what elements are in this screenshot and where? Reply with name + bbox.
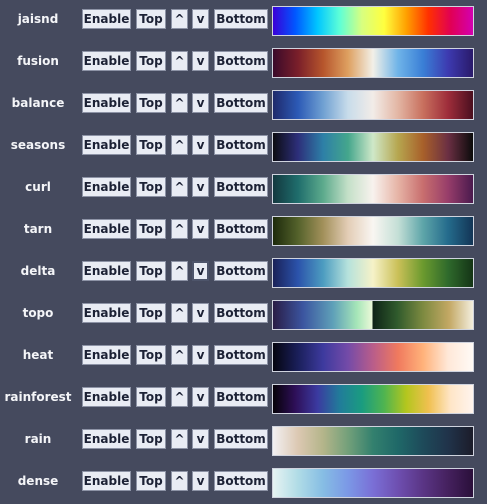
enable-button[interactable]: Enable <box>82 303 131 323</box>
bottom-button[interactable]: Bottom <box>214 261 268 281</box>
colormap-gradient-bar <box>272 48 474 78</box>
colormap-row-fusion: fusion Enable Top ^ v Bottom <box>0 46 487 78</box>
bottom-button[interactable]: Bottom <box>214 345 268 365</box>
move-up-button[interactable]: ^ <box>171 51 188 71</box>
colormap-gradient-bar <box>272 6 474 36</box>
top-button[interactable]: Top <box>136 345 166 365</box>
move-up-button[interactable]: ^ <box>171 471 188 491</box>
move-down-button[interactable]: v <box>192 303 209 323</box>
colormap-gradient-bar <box>272 174 474 204</box>
colormap-row-balance: balance Enable Top ^ v Bottom <box>0 88 487 120</box>
bottom-button[interactable]: Bottom <box>214 429 268 449</box>
move-down-button[interactable]: v <box>192 9 209 29</box>
colormap-name: jaisnd <box>17 12 59 26</box>
colormap-name: delta <box>20 264 56 278</box>
bottom-button[interactable]: Bottom <box>214 9 268 29</box>
enable-button[interactable]: Enable <box>82 9 131 29</box>
colormap-row-heat: heat Enable Top ^ v Bottom <box>0 340 487 372</box>
colormap-list: jaisnd Enable Top ^ v Bottom fusion Enable Top ^ v… <box>0 0 487 504</box>
enable-button[interactable]: Enable <box>82 219 131 239</box>
bottom-button[interactable]: Bottom <box>214 177 268 197</box>
colormap-row-tarn: tarn Enable Top ^ v Bottom <box>0 214 487 246</box>
move-down-button[interactable]: v <box>192 471 209 491</box>
colormap-gradient-bar <box>272 90 474 120</box>
bottom-button[interactable]: Bottom <box>214 471 268 491</box>
move-down-button[interactable]: v <box>192 345 209 365</box>
move-down-button[interactable]: v <box>192 429 209 449</box>
enable-button[interactable]: Enable <box>82 429 131 449</box>
move-up-button[interactable]: ^ <box>171 135 188 155</box>
colormap-row-dense: dense Enable Top ^ v Bottom <box>0 466 487 498</box>
colormap-row-topo: topo Enable Top ^ v Bottom <box>0 298 487 330</box>
move-up-button[interactable]: ^ <box>171 303 188 323</box>
move-down-button[interactable]: v <box>192 219 209 239</box>
colormap-row-delta: delta Enable Top ^ v Bottom <box>0 256 487 288</box>
top-button[interactable]: Top <box>136 429 166 449</box>
colormap-row-rainforest: rainforest Enable Top ^ v Bottom <box>0 382 487 414</box>
move-up-button[interactable]: ^ <box>171 93 188 113</box>
colormap-gradient-bar <box>272 384 474 414</box>
top-button[interactable]: Top <box>136 135 166 155</box>
move-up-button[interactable]: ^ <box>171 9 188 29</box>
top-button[interactable]: Top <box>136 177 166 197</box>
colormap-name: heat <box>22 348 54 362</box>
top-button[interactable]: Top <box>136 303 166 323</box>
bottom-button[interactable]: Bottom <box>214 219 268 239</box>
top-button[interactable]: Top <box>136 93 166 113</box>
bottom-button[interactable]: Bottom <box>214 303 268 323</box>
move-down-button[interactable]: v <box>192 135 209 155</box>
top-button[interactable]: Top <box>136 387 166 407</box>
move-up-button[interactable]: ^ <box>171 387 188 407</box>
move-up-button[interactable]: ^ <box>171 177 188 197</box>
colormap-name: topo <box>22 306 54 320</box>
colormap-gradient-bar <box>272 468 474 498</box>
colormap-gradient-bar <box>272 342 474 372</box>
move-up-button[interactable]: ^ <box>171 429 188 449</box>
colormap-row-jaisnd: jaisnd Enable Top ^ v Bottom <box>0 4 487 36</box>
top-button[interactable]: Top <box>136 261 166 281</box>
colormap-gradient-bar <box>272 216 474 246</box>
colormap-name: curl <box>25 180 51 194</box>
bottom-button[interactable]: Bottom <box>214 93 268 113</box>
colormap-name: tarn <box>23 222 53 236</box>
enable-button[interactable]: Enable <box>82 177 131 197</box>
move-up-button[interactable]: ^ <box>171 345 188 365</box>
colormap-name: seasons <box>10 138 66 152</box>
enable-button[interactable]: Enable <box>82 51 131 71</box>
colormap-name: rainforest <box>4 390 72 404</box>
bottom-button[interactable]: Bottom <box>214 387 268 407</box>
move-down-button[interactable]: v <box>192 51 209 71</box>
colormap-gradient-bar <box>272 258 474 288</box>
enable-button[interactable]: Enable <box>82 135 131 155</box>
colormap-name: dense <box>17 474 59 488</box>
enable-button[interactable]: Enable <box>82 261 131 281</box>
enable-button[interactable]: Enable <box>82 93 131 113</box>
enable-button[interactable]: Enable <box>82 471 131 491</box>
move-down-button[interactable]: v <box>192 93 209 113</box>
colormap-name: rain <box>24 432 52 446</box>
colormap-gradient-bar <box>272 300 474 330</box>
top-button[interactable]: Top <box>136 471 166 491</box>
move-down-button[interactable]: v <box>192 261 209 281</box>
bottom-button[interactable]: Bottom <box>214 51 268 71</box>
move-up-button[interactable]: ^ <box>171 219 188 239</box>
colormap-gradient-bar <box>272 132 474 162</box>
bottom-button[interactable]: Bottom <box>214 135 268 155</box>
colormap-row-seasons: seasons Enable Top ^ v Bottom <box>0 130 487 162</box>
move-down-button[interactable]: v <box>192 387 209 407</box>
move-down-button[interactable]: v <box>192 177 209 197</box>
top-button[interactable]: Top <box>136 51 166 71</box>
move-up-button[interactable]: ^ <box>171 261 188 281</box>
colormap-row-rain: rain Enable Top ^ v Bottom <box>0 424 487 456</box>
top-button[interactable]: Top <box>136 219 166 239</box>
top-button[interactable]: Top <box>136 9 166 29</box>
enable-button[interactable]: Enable <box>82 387 131 407</box>
enable-button[interactable]: Enable <box>82 345 131 365</box>
colormap-name: balance <box>11 96 65 110</box>
colormap-gradient-bar <box>272 426 474 456</box>
colormap-row-curl: curl Enable Top ^ v Bottom <box>0 172 487 204</box>
colormap-name: fusion <box>17 54 59 68</box>
